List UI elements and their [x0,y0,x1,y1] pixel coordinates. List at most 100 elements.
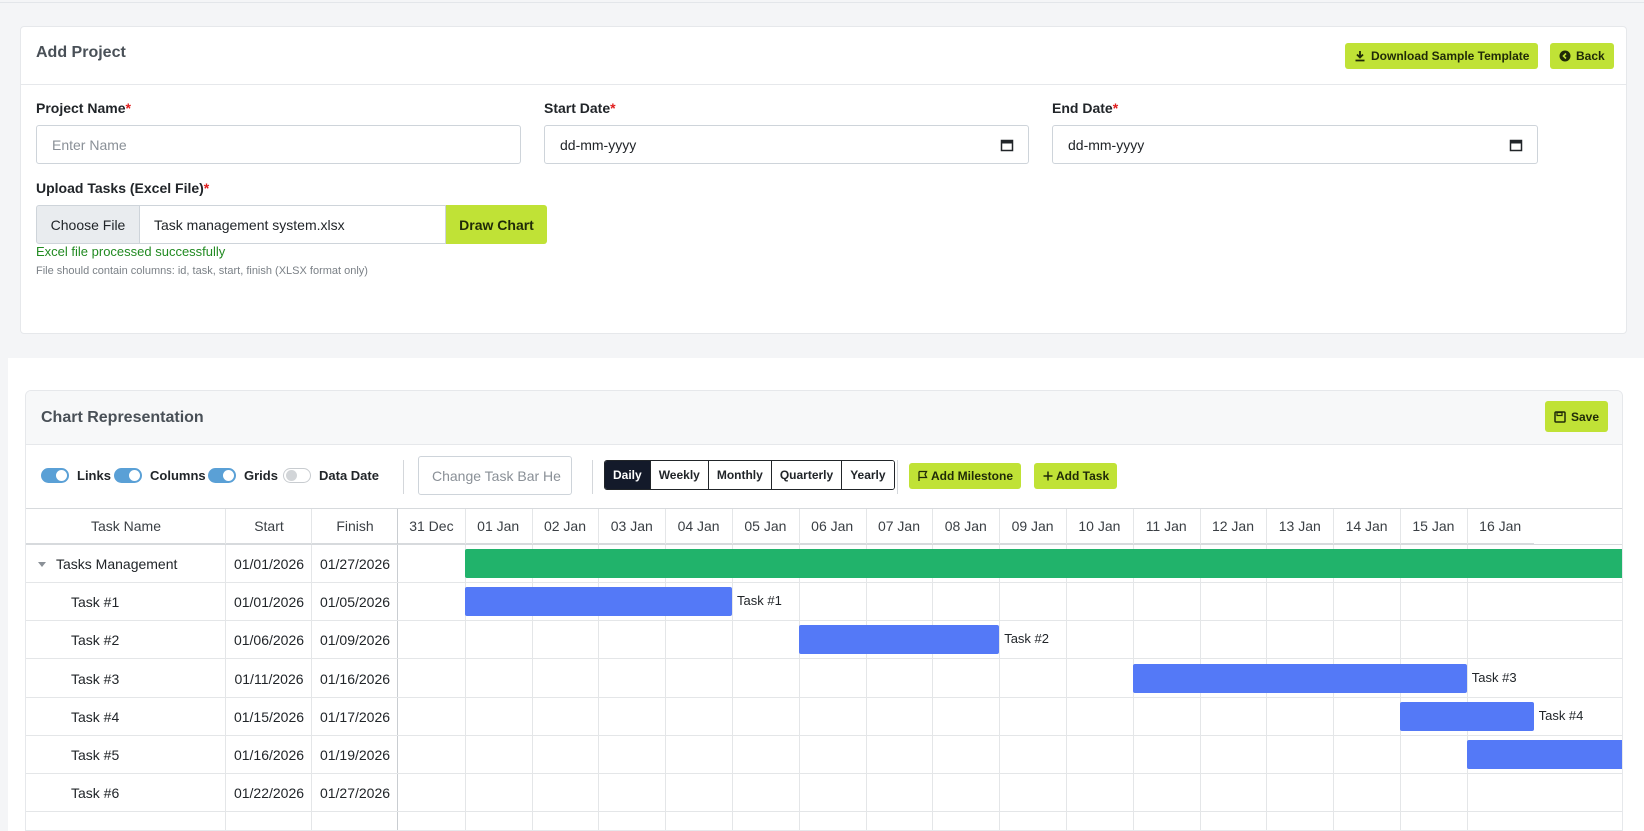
add-project-card: Add Project Download Sample Template Bac… [20,26,1627,334]
add-task-label: Add Task [1056,469,1110,483]
toggle-columns[interactable]: Columns [114,468,206,483]
toggle-data-date-label: Data Date [319,468,379,483]
task-name-cell: Task #2 [71,621,251,659]
task-row[interactable]: Task #1 01/01/2026 01/05/2026 Task #1 [26,583,1622,622]
scale-monthly-button[interactable]: Monthly [708,461,772,489]
column-header-task-name[interactable]: Task Name [26,509,226,544]
back-button[interactable]: Back [1550,43,1614,69]
timeline-date-header: 01 Jan [464,509,532,544]
calendar-icon[interactable] [1509,138,1523,152]
toggle-grids-label: Grids [244,468,278,483]
timeline-date-header: 15 Jan [1400,509,1467,544]
timeline-date-header: 06 Jan [798,509,866,544]
upload-success-message: Excel file processed successfully [36,244,226,259]
task-bar[interactable] [1400,701,1534,731]
summary-row[interactable]: Tasks Management 01/01/2026 01/27/2026 [26,545,1622,583]
scale-weekly-button[interactable]: Weekly [650,461,709,489]
toggle-links[interactable]: Links [41,468,111,483]
project-name-input[interactable]: Enter Name [36,125,521,164]
collapse-caret-icon[interactable] [38,561,46,567]
scale-daily-button[interactable]: Daily [605,461,651,489]
task-name-cell: Task #4 [71,698,251,736]
end-date-label: End Date* [1052,100,1118,116]
columns-switch[interactable] [114,468,142,483]
task-name-text: Task #1 [71,594,120,611]
toolbar-divider [897,460,898,494]
task-bar-label: Task #1 [737,593,782,609]
toggle-grids[interactable]: Grids [208,468,278,483]
task-start-cell: 01/16/2026 [233,747,305,763]
task-name-cell: Task #3 [71,660,251,698]
task-bar[interactable] [798,625,1000,655]
plus-icon [1042,470,1054,482]
save-icon [1554,410,1566,423]
flag-icon [917,470,929,482]
required-mark: * [1112,100,1119,116]
task-name-cell: Task #6 [71,774,251,812]
download-template-button[interactable]: Download Sample Template [1345,43,1539,69]
scale-yearly-button[interactable]: Yearly [842,461,894,489]
start-date-input[interactable]: dd-mm-yyyy [544,125,1029,164]
timeline-date-header: 11 Jan [1132,509,1200,544]
scale-quarterly-button[interactable]: Quarterly [771,461,843,489]
task-name-cell: Task #5 [71,736,251,774]
start-date-value: dd-mm-yyyy [560,136,637,153]
timeline-date-header: 02 Jan [531,509,599,544]
task-finish-cell: 01/27/2026 [319,556,391,572]
toggle-links-label: Links [77,468,111,483]
chart-header: Chart Representation Save [26,391,1622,445]
toggle-data-date[interactable]: Data Date [283,468,379,483]
add-milestone-button[interactable]: Add Milestone [909,463,1022,489]
calendar-icon[interactable] [1000,138,1014,152]
data-date-switch[interactable] [283,468,311,483]
toolbar-divider [592,460,593,494]
timeline-date-header: 08 Jan [932,509,1000,544]
timeline-date-header: 07 Jan [865,509,933,544]
add-project-title: Add Project [36,44,126,61]
task-name-text: Task #2 [71,632,120,649]
required-mark: * [203,180,210,196]
top-border [0,0,1644,3]
task-name-cell: Tasks Management [38,545,218,583]
start-date-label: Start Date* [544,100,616,116]
column-header-finish[interactable]: Finish [312,509,398,544]
task-row[interactable]: Task #5 01/16/2026 01/19/2026 [26,736,1622,774]
task-bar-height-input[interactable]: Change Task Bar He [418,456,572,495]
timeline-date-header: 04 Jan [665,509,732,544]
task-start-cell: 01/06/2026 [233,632,305,649]
task-bar-label: Task #4 [1538,707,1584,723]
end-date-input[interactable]: dd-mm-yyyy [1052,125,1538,164]
grids-switch[interactable] [208,468,236,483]
start-date-label-text: Start Date [544,100,611,116]
task-finish-cell: 01/27/2026 [319,785,391,802]
task-row[interactable]: Task #3 01/11/2026 01/16/2026 Task #3 [26,660,1622,698]
task-start-cell: 01/22/2026 [233,785,305,802]
toggle-columns-label: Columns [150,468,206,483]
required-mark: * [610,100,616,116]
choose-file-button[interactable]: Choose File [36,205,140,244]
download-icon [1354,50,1366,62]
task-bar[interactable] [1466,740,1622,769]
add-task-button[interactable]: Add Task [1034,463,1118,489]
save-button[interactable]: Save [1545,401,1609,432]
column-header-start[interactable]: Start [226,509,312,544]
file-name-display[interactable]: Task management system.xlsx [140,205,446,244]
task-row[interactable]: Task #2 01/06/2026 01/09/2026 Task #2 [26,621,1622,660]
timeline-date-header: 12 Jan [1199,509,1267,544]
timeline-date-header: 03 Jan [598,509,666,544]
chart-representation-card: Chart Representation Save Links Columns … [25,390,1623,831]
task-bar[interactable] [1132,663,1467,693]
task-finish-cell: 01/16/2026 [319,670,391,687]
task-name-text: Task #6 [71,785,120,802]
end-date-label-text: End Date [1052,100,1113,116]
task-name-text: Tasks Management [56,556,178,572]
draw-chart-button[interactable]: Draw Chart [446,205,547,244]
task-row[interactable]: Task #4 01/15/2026 01/17/2026 Task #4 [26,698,1622,736]
links-switch[interactable] [41,468,69,483]
task-finish-cell: 01/17/2026 [319,708,391,725]
gantt-chart: Task Name Start Finish 31 Dec 01 Jan 02 Ja… [26,508,1622,830]
task-bar[interactable] [464,587,732,617]
task-row[interactable]: Task #6 01/22/2026 01/27/2026 [26,774,1622,813]
summary-bar[interactable] [464,549,1622,578]
task-name-text: Task #4 [71,708,120,725]
